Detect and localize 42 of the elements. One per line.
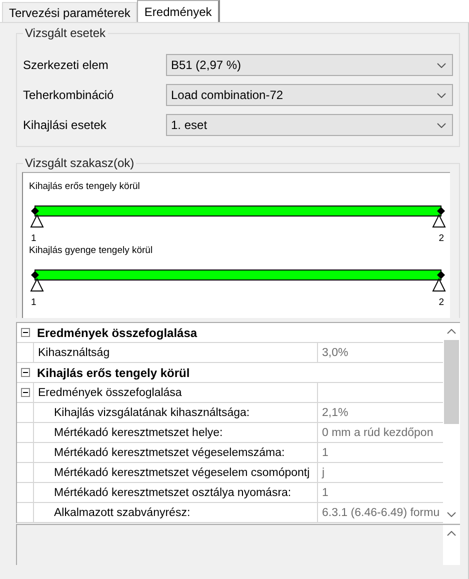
node-label: 1: [31, 233, 36, 245]
property-value: 1: [321, 486, 330, 498]
property-name: Mértékadó keresztmetszet végeselemszáma:: [34, 443, 318, 462]
collapse-icon[interactable]: [20, 328, 30, 337]
chevron-down-icon: [437, 62, 446, 68]
property-value: 6.3.1 (6.46-6.49) formu: [321, 506, 441, 518]
group-title: Vizsgált szakasz(ok): [23, 156, 136, 170]
property-value: 0 mm a rúd kezdőpon: [321, 426, 434, 438]
property-name: Mértékadó keresztmetszet osztálya nyomásra:: [34, 483, 318, 502]
chevron-down-icon: [437, 92, 446, 98]
property-name: Kihajlás vizsgálatának kihasználtsága:: [34, 403, 318, 422]
property-value: 2,1%: [321, 406, 350, 418]
dropdown[interactable]: Load combination-72: [166, 84, 453, 106]
property-name: Mértékadó keresztmetszet végeselem csomópontj: [34, 463, 318, 482]
field-label: Szerkezeti elem: [23, 58, 110, 72]
tab[interactable]: Eredmények: [137, 0, 220, 23]
scroll-up-icon[interactable]: [447, 329, 456, 334]
property-name: Eredmények összefoglalása: [34, 383, 318, 402]
property-name: Kihasználtság: [34, 343, 318, 362]
node-label: 1: [31, 297, 36, 309]
diagram-title: Kihajlás gyenge tengely körül: [29, 245, 154, 258]
property-value: j: [320, 466, 326, 478]
tab[interactable]: Tervezési paraméterek: [2, 2, 138, 22]
scroll-up-icon[interactable]: [447, 531, 456, 536]
category-label: Kihajlás erős tengely körül: [36, 366, 190, 380]
property-name: Alkalmazott szabványrész:: [34, 503, 318, 522]
collapse-icon[interactable]: [20, 388, 30, 397]
field-label: Teherkombináció: [23, 88, 115, 102]
dropdown[interactable]: 1. eset: [166, 114, 453, 136]
field-label: Kihajlási esetek: [23, 118, 108, 132]
node-label: 2: [438, 233, 444, 245]
dropdown[interactable]: B51 (2,97 %): [166, 54, 453, 76]
collapse-icon[interactable]: [20, 368, 30, 377]
diagram-title: Kihajlás erős tengely körül: [29, 181, 141, 194]
property-value: 1: [321, 446, 330, 458]
chevron-down-icon: [437, 122, 446, 128]
category-label: Eredmények összefoglalása: [36, 326, 198, 340]
node-label: 2: [438, 297, 444, 309]
scroll-down-icon[interactable]: [447, 512, 456, 517]
property-name: Mértékadó keresztmetszet helye:: [34, 423, 318, 442]
group-title: Vizsgált esetek: [23, 26, 108, 40]
property-value: 3,0%: [321, 346, 350, 358]
